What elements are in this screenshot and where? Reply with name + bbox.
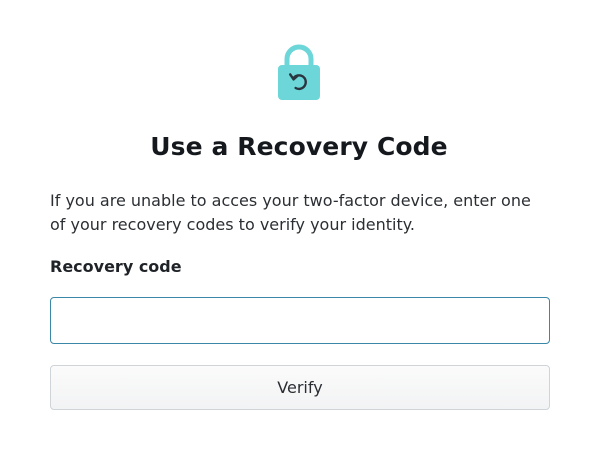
verify-button[interactable]: Verify — [50, 365, 550, 410]
page-title: Use a Recovery Code — [150, 132, 448, 161]
recovery-code-card: Use a Recovery Code If you are unable to… — [0, 0, 598, 463]
recovery-code-label: Recovery code — [50, 257, 182, 276]
padlock-recovery-icon — [276, 43, 322, 101]
instructions-text: If you are unable to acces your two-fact… — [50, 191, 531, 234]
recovery-code-input[interactable] — [50, 297, 550, 344]
